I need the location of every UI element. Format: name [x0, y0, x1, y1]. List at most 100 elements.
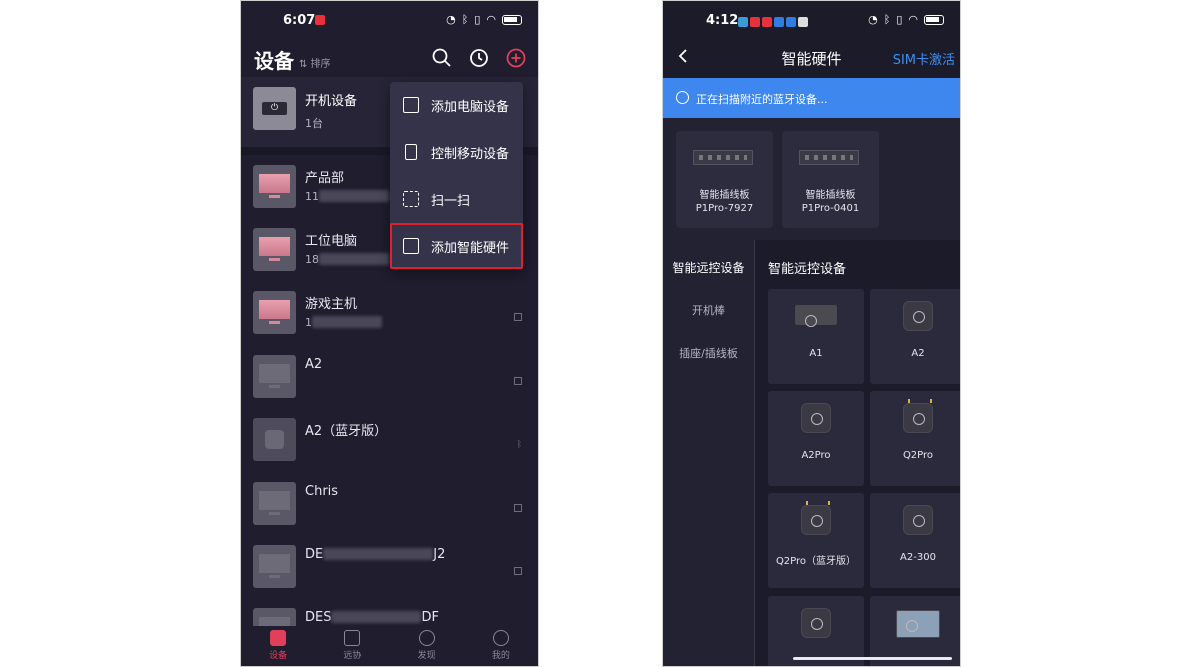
tab-devices[interactable]: 设备 [241, 626, 315, 666]
speed-icon: ◔ [868, 13, 878, 26]
power-icon: ⏻ [262, 102, 287, 115]
product-card[interactable]: Q2Pro [870, 391, 960, 486]
windows-icon [514, 313, 522, 321]
nav-bar: 智能硬件 SIM卡激活 [663, 39, 960, 77]
product-name: Q2Pro [902, 450, 934, 461]
vibrate-icon: ▯ [896, 13, 903, 26]
smart-hardware-screen: 4:12 ◔ ᛒ ▯ ◠ 智能硬件 SIM卡激活 正在扫描附近的蓝牙设备... … [662, 0, 961, 667]
device-name: A2 [305, 357, 323, 372]
product-name: Q2Pro（蓝牙版） [775, 556, 857, 567]
product-name: A2Pro [801, 450, 831, 461]
status-icons: ◔ ᛒ ▯ ◠ [446, 13, 522, 26]
image-icon [403, 97, 419, 113]
scan-text: 正在扫描附近的蓝牙设备... [696, 93, 828, 106]
device-thumb [253, 165, 296, 208]
device-thumb [253, 355, 296, 398]
product-name: A1 [809, 348, 823, 359]
product-card[interactable]: A1 [768, 289, 864, 384]
q2pro-bluetooth-device-icon [801, 501, 831, 535]
device-name: 工位电脑 [305, 234, 358, 249]
status-time: 4:12 [706, 13, 739, 28]
category-tabs: 智能远控设备 开机棒 插座/插线板 [663, 240, 755, 666]
device-thumb [253, 291, 296, 334]
notification-icons [736, 15, 808, 30]
add-icon[interactable] [505, 47, 527, 69]
product-card[interactable]: A2Pro [768, 391, 864, 486]
windows-icon [514, 567, 522, 575]
found-device-label: 智能插线板 P1Pro-0401 [801, 190, 860, 214]
found-device-label: 智能插线板 P1Pro-7927 [695, 190, 754, 214]
power-strip-icon [693, 150, 753, 165]
tab-remote-assist[interactable]: 远协 [315, 626, 389, 666]
notification-icon [315, 15, 325, 25]
home-indicator [793, 657, 952, 660]
windows-icon [514, 504, 522, 512]
device-id: 1130 [305, 190, 403, 203]
device-name: 游戏主机 [305, 297, 358, 312]
search-icon[interactable] [431, 47, 453, 69]
power-group-name: 开机设备 [305, 94, 358, 109]
tab-discover[interactable]: 发现 [390, 626, 464, 666]
add-menu: 添加电脑设备 控制移动设备 扫一扫 添加智能硬件 [390, 82, 523, 269]
bottom-nav: 设备 远协 发现 我的 [241, 626, 538, 666]
list-item[interactable]: A2（蓝牙版） ᛒ [241, 410, 538, 473]
page-header: 设备 ⇅ 排序 [241, 39, 538, 77]
device-name: DES DF [305, 610, 439, 625]
device-icon [801, 608, 831, 638]
a1-device-icon [795, 305, 837, 327]
speed-icon: ◔ [446, 13, 456, 26]
status-icons: ◔ ᛒ ▯ ◠ [868, 13, 944, 26]
hardware-icon [265, 430, 284, 449]
menu-item-add-computer[interactable]: 添加电脑设备 [390, 82, 523, 128]
found-devices: 智能插线板 P1Pro-7927 智能插线板 P1Pro-0401 [663, 118, 960, 240]
menu-item-label: 添加智能硬件 [431, 240, 510, 256]
compass-icon [418, 630, 435, 646]
device-name: DE J2 [305, 547, 446, 562]
history-icon[interactable] [468, 47, 490, 69]
power-strip-icon [799, 150, 859, 165]
device-icon [896, 610, 940, 638]
sim-activate-button[interactable]: SIM卡激活 [893, 49, 955, 68]
found-device-card[interactable]: 智能插线板 P1Pro-0401 [782, 131, 879, 228]
a2pro-device-icon [801, 403, 831, 433]
list-item[interactable]: Chris [241, 474, 538, 537]
profile-icon [492, 630, 509, 646]
chip-icon [403, 238, 419, 254]
list-item[interactable]: A2 [241, 347, 538, 410]
menu-item-scan[interactable]: 扫一扫 [390, 176, 523, 222]
menu-item-add-smart-hardware[interactable]: 添加智能硬件 [390, 223, 523, 269]
status-bar: 4:12 ◔ ᛒ ▯ ◠ [663, 1, 960, 39]
remote-assist-icon [344, 630, 361, 646]
loading-icon [676, 91, 689, 104]
product-name: A2-300 [900, 552, 936, 563]
sort-button[interactable]: ⇅ 排序 [299, 55, 331, 70]
device-name: 产品部 [305, 171, 345, 186]
list-item[interactable]: 游戏主机 1 [241, 283, 538, 346]
device-id: 185 [305, 253, 396, 266]
bluetooth-icon: ᛒ [883, 13, 891, 26]
product-card[interactable]: Q2Pro（蓝牙版） [768, 493, 864, 588]
found-device-card[interactable]: 智能插线板 P1Pro-7927 [676, 131, 773, 228]
status-bar: 6:07 ◔ ᛒ ▯ ◠ [241, 1, 538, 39]
device-thumb [253, 482, 296, 525]
product-card[interactable]: A2 [870, 289, 960, 384]
tab-sockets[interactable]: 插座/插线板 [663, 345, 754, 361]
wifi-icon: ◠ [486, 13, 496, 26]
tab-profile[interactable]: 我的 [464, 626, 538, 666]
tab-remote-control-devices[interactable]: 智能远控设备 [663, 259, 754, 276]
page-title: 设备 [254, 49, 294, 73]
device-thumb [253, 228, 296, 271]
a2-device-icon [903, 301, 933, 331]
scan-banner: 正在扫描附近的蓝牙设备... [663, 78, 960, 118]
bluetooth-icon: ᛒ [516, 440, 522, 450]
wifi-icon: ◠ [908, 13, 918, 26]
product-card[interactable]: A2-300 [870, 493, 960, 588]
list-item[interactable]: DE J2 [241, 537, 538, 600]
tab-power-stick[interactable]: 开机棒 [663, 302, 754, 318]
device-list-screen: 6:07 ◔ ᛒ ▯ ◠ 设备 ⇅ 排序 ⏻ 开机设备 1台 产品部 1130 … [240, 0, 539, 667]
device-name: A2（蓝牙版） [305, 424, 388, 439]
menu-item-label: 扫一扫 [431, 193, 471, 209]
device-id: 1 [305, 316, 382, 329]
menu-item-control-mobile[interactable]: 控制移动设备 [390, 129, 523, 175]
vibrate-icon: ▯ [474, 13, 481, 26]
